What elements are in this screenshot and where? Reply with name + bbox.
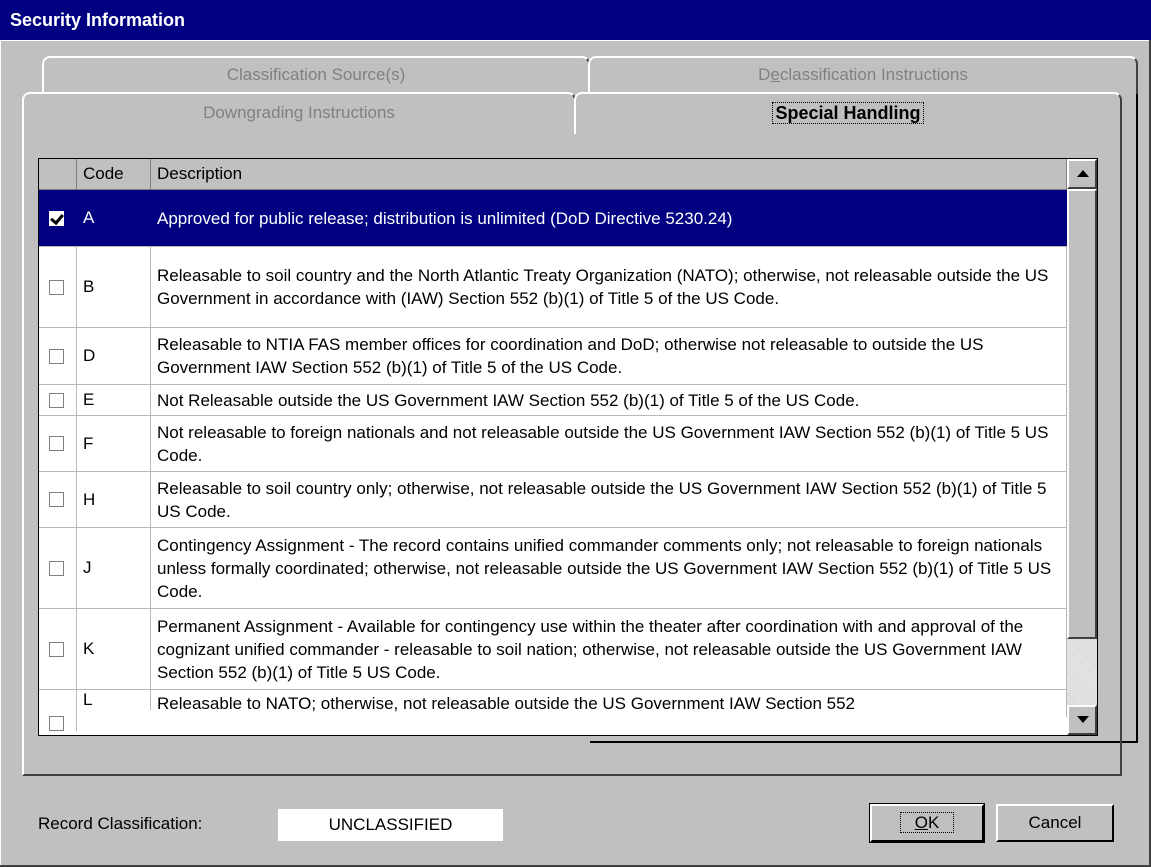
table-row[interactable]: E Not Releasable outside the US Governme…: [39, 385, 1067, 416]
row-checkbox[interactable]: [49, 492, 64, 507]
row-checkbox[interactable]: [49, 210, 64, 226]
row-code: D: [77, 328, 151, 384]
row-checkbox[interactable]: [49, 348, 64, 364]
row-description: Releasable to soil country only; otherwi…: [151, 472, 1067, 527]
record-classification-value: UNCLASSIFIED: [278, 809, 503, 841]
row-code: A: [77, 190, 151, 246]
column-header-code[interactable]: Code: [77, 159, 151, 189]
row-code: K: [77, 609, 151, 689]
tab-declassification-instructions[interactable]: Declassification Instructions: [588, 56, 1138, 94]
row-checkbox[interactable]: [49, 716, 64, 731]
row-code: F: [77, 416, 151, 471]
arrow-up-icon: [1077, 170, 1089, 177]
column-header-check[interactable]: [39, 159, 77, 189]
row-code: H: [77, 472, 151, 527]
scroll-down-button[interactable]: [1067, 705, 1097, 735]
row-description: Not releasable to foreign nationals and …: [151, 416, 1067, 471]
column-header-description[interactable]: Description: [151, 159, 1067, 189]
grid-header: Code Description: [39, 159, 1067, 190]
ok-button[interactable]: OK: [869, 803, 985, 843]
scroll-thumb[interactable]: [1067, 189, 1097, 639]
tab-declassification-label: Declassification Instructions: [758, 65, 968, 84]
tab-special-handling-label: Special Handling: [772, 102, 924, 124]
row-description: Approved for public release; distributio…: [151, 190, 1067, 246]
table-row[interactable]: L Releasable to NATO; otherwise, not rel…: [39, 690, 1067, 735]
row-code: B: [77, 247, 151, 327]
window-title: Security Information: [0, 0, 1151, 40]
row-checkbox[interactable]: [49, 279, 64, 295]
row-description: Releasable to NTIA FAS member offices fo…: [151, 328, 1067, 384]
arrow-down-icon: [1077, 716, 1089, 723]
table-row[interactable]: A Approved for public release; distribut…: [39, 190, 1067, 247]
row-code: L: [77, 690, 151, 710]
row-description: Not Releasable outside the US Government…: [151, 385, 1067, 415]
row-description: Releasable to soil country and the North…: [151, 247, 1067, 327]
table-row[interactable]: F Not releasable to foreign nationals an…: [39, 416, 1067, 472]
ok-button-label: OK: [899, 812, 955, 833]
tab-downgrading-label: Downgrading Instructions: [203, 103, 395, 122]
cancel-button[interactable]: Cancel: [996, 804, 1114, 842]
table-row[interactable]: K Permanent Assignment - Available for c…: [39, 609, 1067, 690]
row-checkbox[interactable]: [49, 392, 64, 408]
row-description: Contingency Assignment - The record cont…: [151, 528, 1067, 608]
row-code: J: [77, 528, 151, 608]
tab-classification-sources[interactable]: Classification Source(s): [42, 56, 590, 94]
grid-body: Code Description A Approved for public r…: [39, 159, 1067, 735]
table-row[interactable]: J Contingency Assignment - The record co…: [39, 528, 1067, 609]
row-description: Releasable to NATO; otherwise, not relea…: [151, 690, 1067, 717]
row-description: Permanent Assignment - Available for con…: [151, 609, 1067, 689]
record-classification-label: Record Classification:: [38, 814, 203, 833]
table-row[interactable]: D Releasable to NTIA FAS member offices …: [39, 328, 1067, 385]
tab-special-handling[interactable]: Special Handling: [574, 92, 1122, 134]
row-checkbox[interactable]: [49, 560, 64, 576]
row-code: E: [77, 385, 151, 415]
table-row[interactable]: B Releasable to soil country and the Nor…: [39, 247, 1067, 328]
row-checkbox[interactable]: [49, 641, 64, 657]
tab-downgrading-instructions[interactable]: Downgrading Instructions: [22, 92, 576, 132]
row-checkbox[interactable]: [49, 436, 64, 451]
special-handling-grid: Code Description A Approved for public r…: [38, 158, 1098, 736]
tab-classification-sources-label: Classification Source(s): [226, 65, 406, 84]
scroll-up-button[interactable]: [1067, 159, 1097, 189]
table-row[interactable]: H Releasable to soil country only; other…: [39, 472, 1067, 528]
vertical-scrollbar[interactable]: [1067, 159, 1097, 735]
